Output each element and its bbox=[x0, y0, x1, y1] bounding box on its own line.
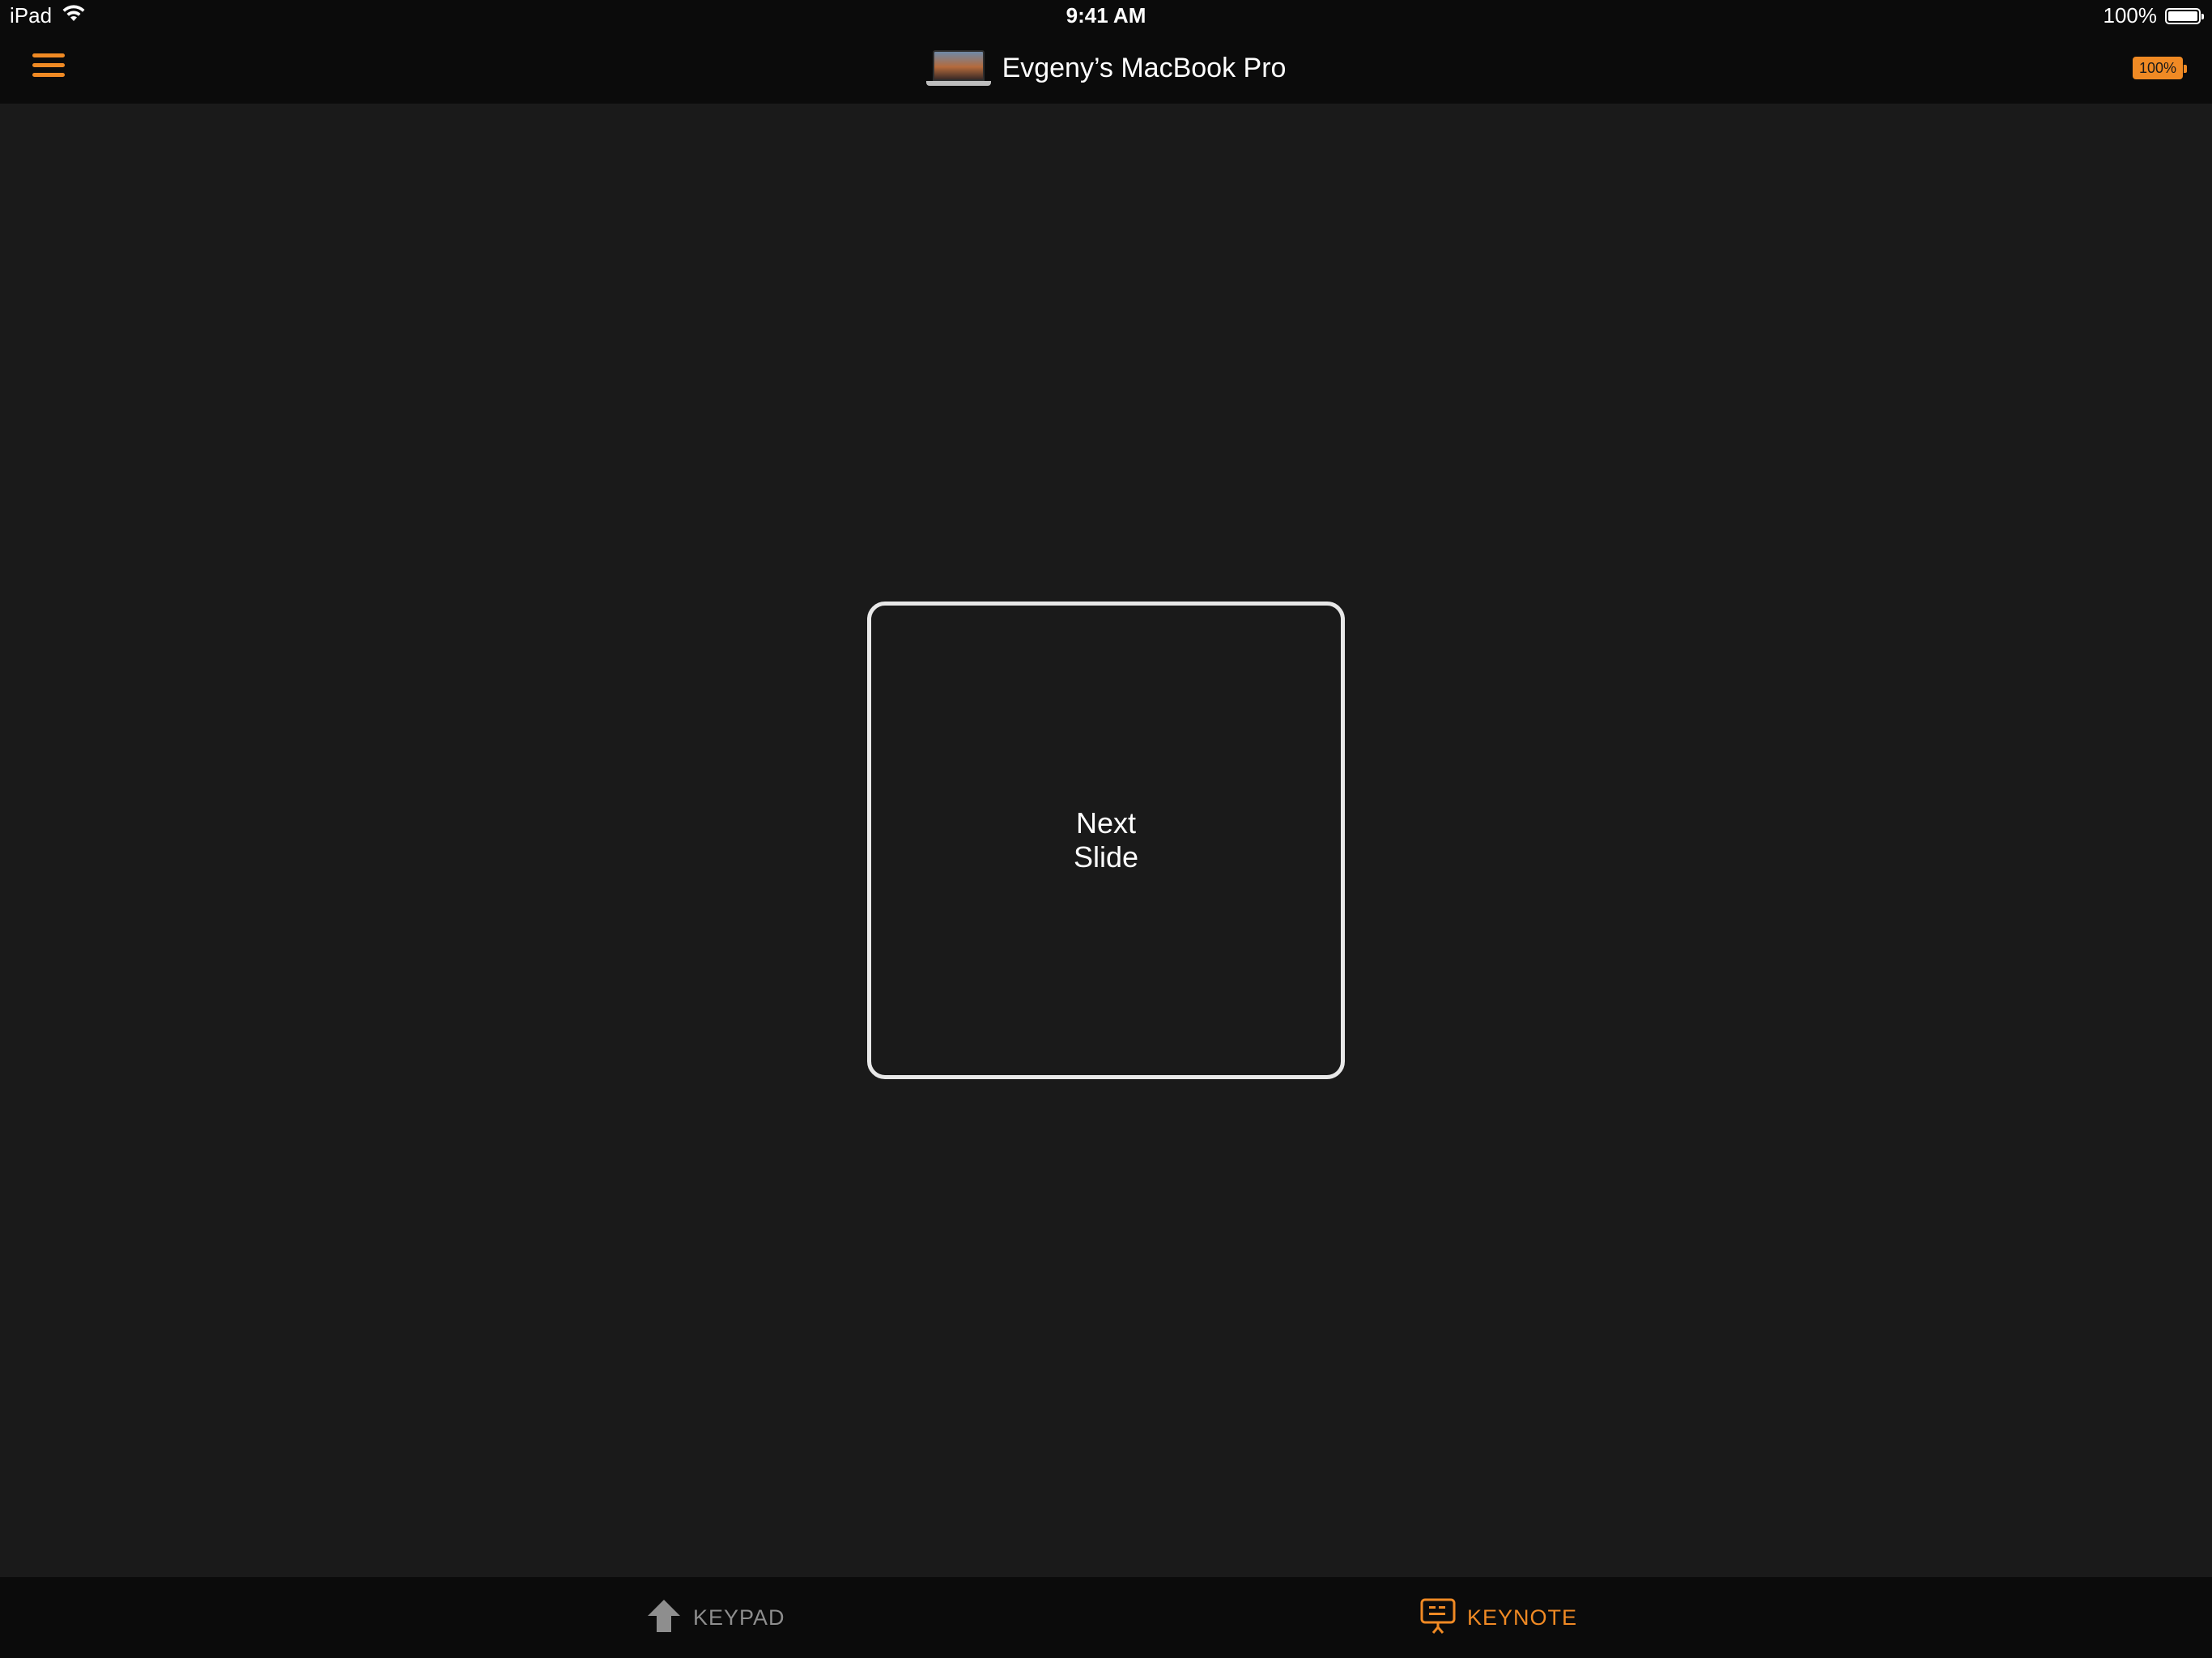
laptop-base bbox=[925, 81, 991, 86]
tab-keypad[interactable]: KEYPAD bbox=[644, 1577, 785, 1658]
status-time: 9:41 AM bbox=[1066, 3, 1146, 28]
status-right: 100% bbox=[2103, 3, 2204, 28]
device-name: Evgeny’s MacBook Pro bbox=[1002, 52, 1287, 83]
remote-battery-badge: 100% bbox=[2133, 57, 2187, 79]
battery-icon bbox=[2165, 7, 2204, 24]
tab-keynote[interactable]: KEYNOTE bbox=[1419, 1577, 1577, 1658]
app-screen: iPad 9:41 AM 100% Evgeny’s MacBook Pro 1… bbox=[0, 0, 2212, 1658]
connected-device-title: Evgeny’s MacBook Pro bbox=[0, 32, 2212, 104]
tab-bar: KEYPAD KEYNOTE bbox=[0, 1577, 2212, 1658]
main-area: Next Slide bbox=[0, 104, 2212, 1577]
battery-percent: 100% bbox=[2103, 3, 2158, 28]
next-slide-label-line2: Slide bbox=[1073, 840, 1139, 874]
nav-bar: Evgeny’s MacBook Pro 100% bbox=[0, 32, 2212, 104]
presentation-icon bbox=[1419, 1596, 1457, 1639]
tab-keypad-label: KEYPAD bbox=[693, 1605, 785, 1630]
status-bar: iPad 9:41 AM 100% bbox=[0, 0, 2212, 32]
next-slide-button[interactable]: Next Slide bbox=[867, 602, 1345, 1079]
laptop-screen bbox=[932, 50, 985, 81]
arrow-up-icon bbox=[644, 1596, 683, 1639]
tab-keynote-label: KEYNOTE bbox=[1467, 1605, 1578, 1630]
next-slide-label-line1: Next bbox=[1075, 806, 1137, 840]
laptop-icon bbox=[925, 50, 991, 86]
